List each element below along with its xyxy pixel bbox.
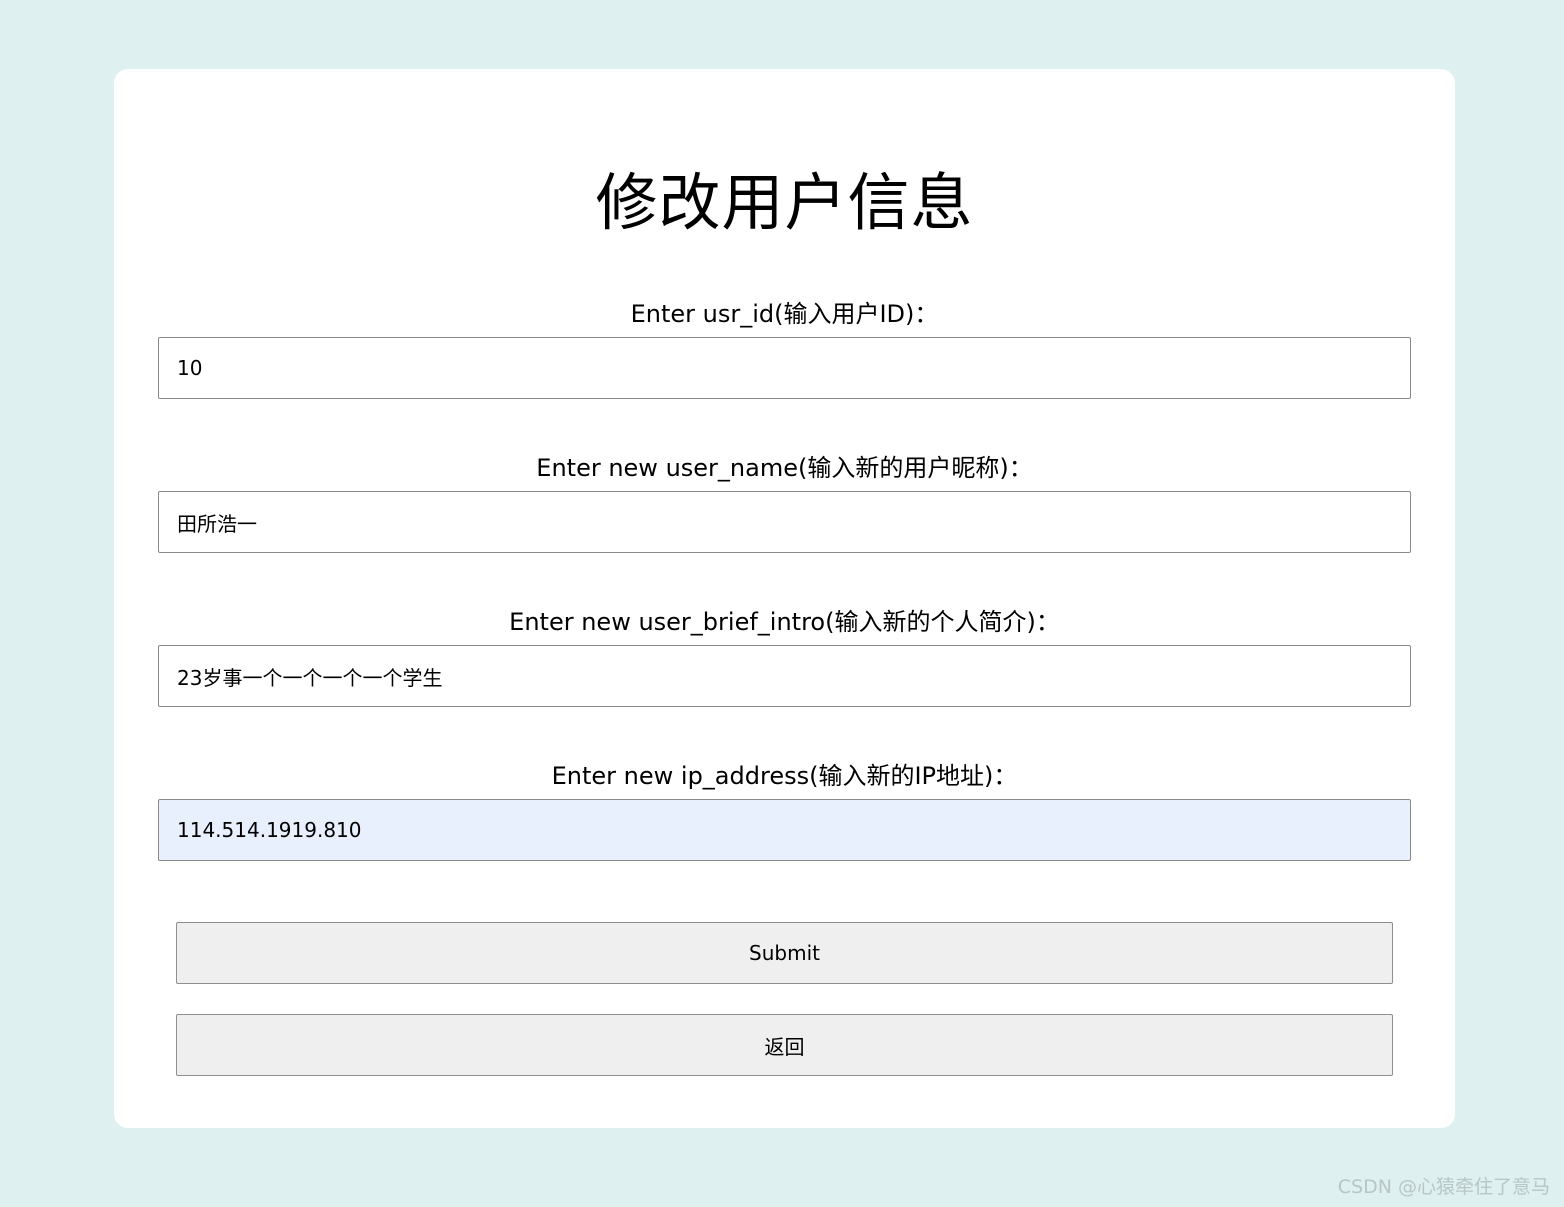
- submit-button[interactable]: Submit: [176, 922, 1393, 984]
- csdn-watermark: CSDN @心猿牵住了意马: [1337, 1176, 1550, 1198]
- usr-id-label: Enter usr_id(输入用户ID)：: [630, 300, 939, 328]
- user-brief-intro-input[interactable]: [158, 645, 1411, 707]
- ip-address-label: Enter new ip_address(输入新的IP地址)：: [551, 762, 1018, 790]
- user-name-label: Enter new user_name(输入新的用户昵称)：: [536, 454, 1033, 482]
- page-title: 修改用户信息: [595, 166, 974, 239]
- form-card: 修改用户信息 Enter usr_id(输入用户ID)： Enter new u…: [114, 69, 1455, 1128]
- ip-address-input[interactable]: [158, 799, 1411, 861]
- user-name-input[interactable]: [158, 491, 1411, 553]
- back-button[interactable]: 返回: [176, 1014, 1393, 1076]
- usr-id-input[interactable]: [158, 337, 1411, 399]
- user-brief-intro-label: Enter new user_brief_intro(输入新的个人简介)：: [509, 608, 1060, 636]
